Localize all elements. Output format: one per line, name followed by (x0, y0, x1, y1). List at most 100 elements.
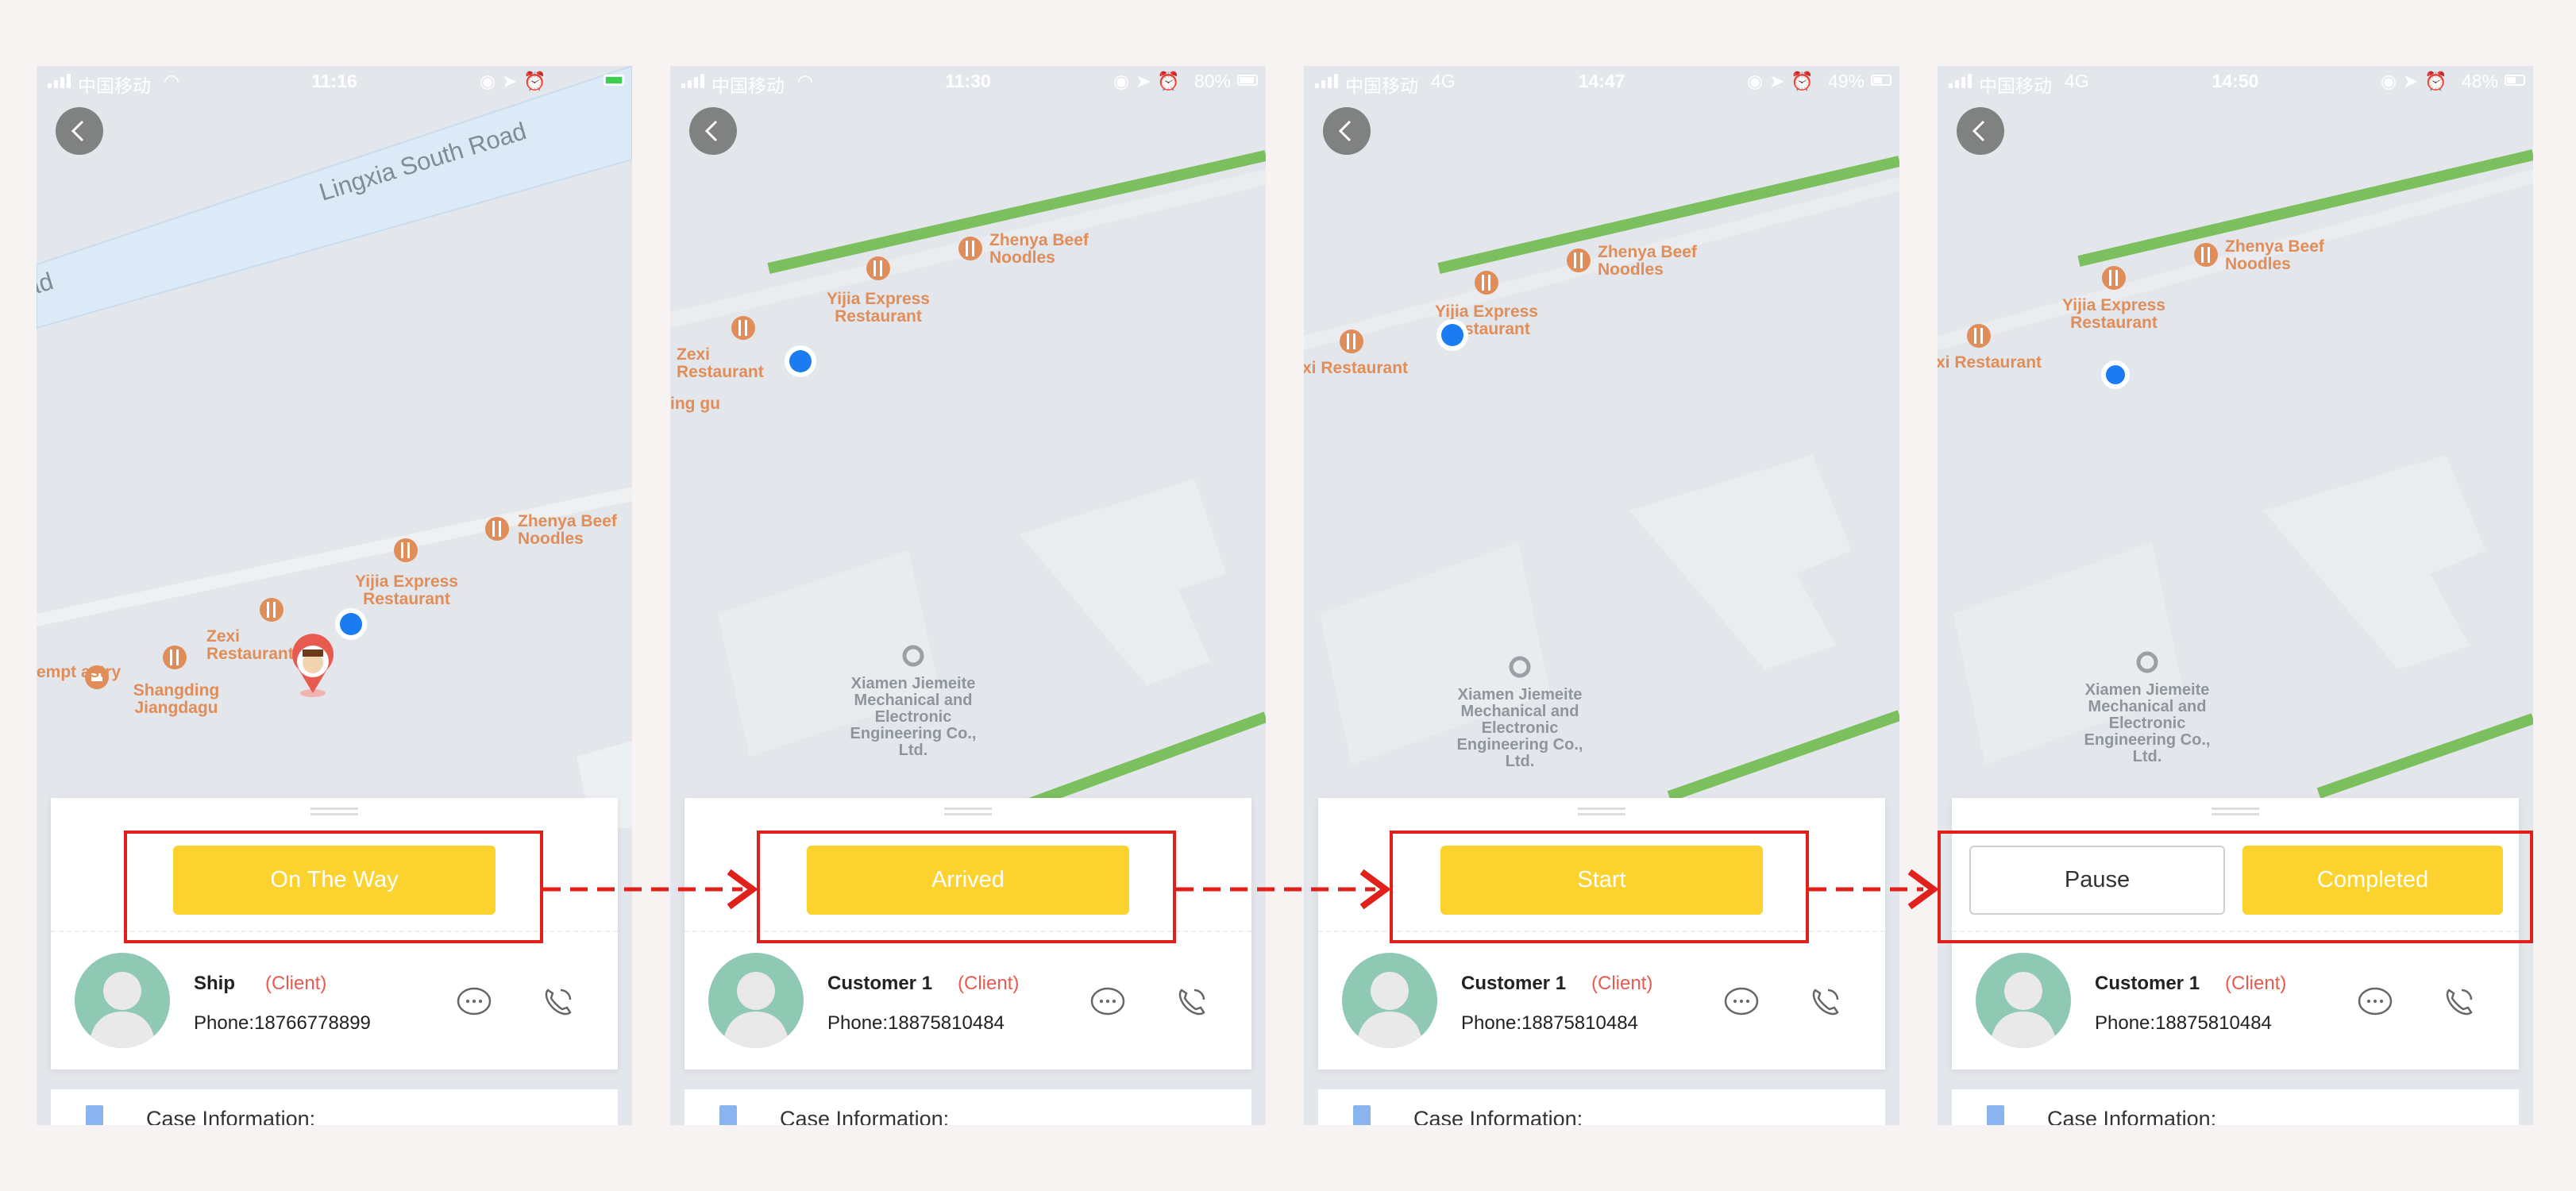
back-button[interactable] (56, 107, 103, 155)
task-card: Arrived Customer 1 (Client) Phone:188758… (684, 798, 1251, 1070)
restaurant-icon[interactable] (866, 256, 890, 280)
task-card: On The Way Ship (Client) Phone:187667788… (51, 798, 618, 1070)
poi-label-fragment: ing gu (670, 395, 720, 413)
case-info-label: Case Information: (2047, 1107, 2217, 1125)
poi-label-building: Xiamen Jiemeite Mechanical and Electronic E… (2084, 681, 2211, 765)
poi-label-zhenya: Zhenya Beef Noodles (1598, 243, 1698, 279)
completed-button[interactable]: Completed (2242, 846, 2503, 915)
status-bar: 中国移动 ◠ 11:30 ◉➤⏰ 80% (670, 66, 1266, 98)
phone-icon[interactable] (1806, 982, 1845, 1022)
case-info-label: Case Information: (146, 1107, 316, 1125)
restaurant-icon[interactable] (1567, 249, 1591, 272)
phone-screen-3: Zhenya Beef Noodles Yijia Express Restaura… (1304, 66, 1899, 1125)
battery-percent: 80% (1194, 71, 1231, 91)
avatar (75, 953, 170, 1048)
back-chevron-icon (1972, 120, 1985, 142)
restaurant-icon[interactable] (958, 237, 982, 260)
poi-label-zexi: Zexi Restaurant (206, 627, 294, 663)
customer-name: Customer 1 (827, 973, 933, 994)
drag-handle[interactable] (1578, 807, 1625, 815)
document-icon (1987, 1105, 2004, 1125)
arrived-button[interactable]: Arrived (807, 846, 1129, 915)
customer-phone: Phone:18766778899 (194, 1012, 371, 1034)
case-info-label: Case Information: (1413, 1107, 1583, 1125)
status-icons: ◉➤⏰ (2381, 71, 2454, 91)
case-info-section: Case Information: (1318, 1089, 1885, 1125)
divider (1318, 931, 1885, 932)
location-dot-icon (335, 608, 367, 640)
status-bar: 中国移动 ◠ 11:16 ◉➤⏰ (37, 66, 632, 98)
phone-screen-2: Zhenya Beef Noodles Yijia Express Restaura… (670, 66, 1266, 1125)
phone-icon[interactable] (2439, 982, 2479, 1022)
phone-screen-4: Zhenya Beef Noodles Yijia Express Restaura… (1938, 66, 2533, 1125)
restaurant-icon[interactable] (2102, 266, 2126, 290)
client-tag: (Client) (958, 973, 1020, 994)
document-icon (1353, 1105, 1371, 1125)
client-tag: (Client) (265, 973, 327, 994)
poi-label-yijia: Yijia Express Restaurant (827, 290, 930, 326)
pause-button[interactable]: Pause (1969, 846, 2225, 915)
status-icons: ◉➤⏰ (1113, 71, 1186, 91)
customer-name: Customer 1 (2095, 973, 2200, 994)
message-icon[interactable] (1722, 982, 1761, 1022)
document-icon (86, 1105, 103, 1125)
customer-name: Customer 1 (1461, 973, 1567, 994)
restaurant-icon[interactable] (163, 646, 187, 669)
back-chevron-icon (1338, 120, 1352, 142)
back-chevron-icon (704, 120, 718, 142)
poi-label-yijia: Yijia Express Restaurant (2062, 296, 2165, 332)
task-card: Pause Completed Customer 1 (Client) Phon… (1952, 798, 2519, 1070)
customer-phone: Phone:18875810484 (2095, 1012, 2272, 1034)
poi-label-zexi: Zexi Restaurant (677, 345, 764, 381)
document-icon (719, 1105, 737, 1125)
avatar (1976, 953, 2071, 1048)
case-info-section: Case Information: (1952, 1089, 2519, 1125)
divider (1952, 931, 2519, 932)
back-button[interactable] (1323, 107, 1371, 155)
case-info-label: Case Information: (780, 1107, 950, 1125)
restaurant-icon[interactable] (731, 316, 755, 340)
poi-label-zhenya: Zhenya Beef Noodles (2225, 237, 2325, 273)
case-info-section: Case Information: (684, 1089, 1251, 1125)
battery-icon (1871, 75, 1892, 86)
location-dot-icon (2101, 360, 2130, 389)
case-info-section: Case Information: (51, 1089, 618, 1125)
drag-handle[interactable] (310, 807, 358, 815)
poi-label-zexi: xi Restaurant (1304, 359, 1408, 377)
poi-label-yijia: Yijia Express Restaurant (355, 572, 458, 608)
message-icon[interactable] (2355, 982, 2395, 1022)
restaurant-icon[interactable] (1967, 324, 1991, 348)
back-chevron-icon (71, 120, 84, 142)
restaurant-icon[interactable] (485, 517, 509, 541)
message-icon[interactable] (454, 982, 494, 1022)
restaurant-icon[interactable] (1475, 271, 1498, 295)
status-bar: 中国移动 4G 14:47 ◉➤⏰ 49% (1304, 66, 1899, 98)
divider (51, 931, 618, 932)
poi-label-shangding: Shangding Jiangdagu (133, 681, 220, 717)
worker-pin-icon[interactable] (292, 634, 334, 697)
restaurant-icon[interactable] (1340, 330, 1363, 353)
poi-label-zexi: xi Restaurant (1938, 353, 2042, 372)
client-tag: (Client) (2225, 973, 2287, 994)
restaurant-icon[interactable] (260, 598, 283, 622)
back-button[interactable] (689, 107, 737, 155)
poi-label-building: Xiamen Jiemeite Mechanical and Electronic E… (850, 675, 977, 759)
drag-handle[interactable] (2212, 807, 2259, 815)
phone-icon[interactable] (1172, 982, 1212, 1022)
poi-label-zhenya: Zhenya Beef Noodles (518, 512, 618, 548)
location-dot-icon (785, 345, 816, 377)
message-icon[interactable] (1088, 982, 1128, 1022)
back-button[interactable] (1957, 107, 2004, 155)
client-tag: (Client) (1591, 973, 1653, 994)
avatar (1342, 953, 1437, 1048)
customer-name: Ship (194, 973, 235, 994)
restaurant-icon[interactable] (394, 538, 418, 562)
restaurant-icon[interactable] (2194, 243, 2218, 267)
battery-icon (604, 75, 624, 86)
on-the-way-button[interactable]: On The Way (173, 846, 496, 915)
start-button[interactable]: Start (1440, 846, 1763, 915)
battery-icon (1237, 75, 1258, 86)
phone-icon[interactable] (538, 982, 578, 1022)
drag-handle[interactable] (944, 807, 992, 815)
status-bar: 中国移动 4G 14:50 ◉➤⏰ 48% (1938, 66, 2533, 98)
